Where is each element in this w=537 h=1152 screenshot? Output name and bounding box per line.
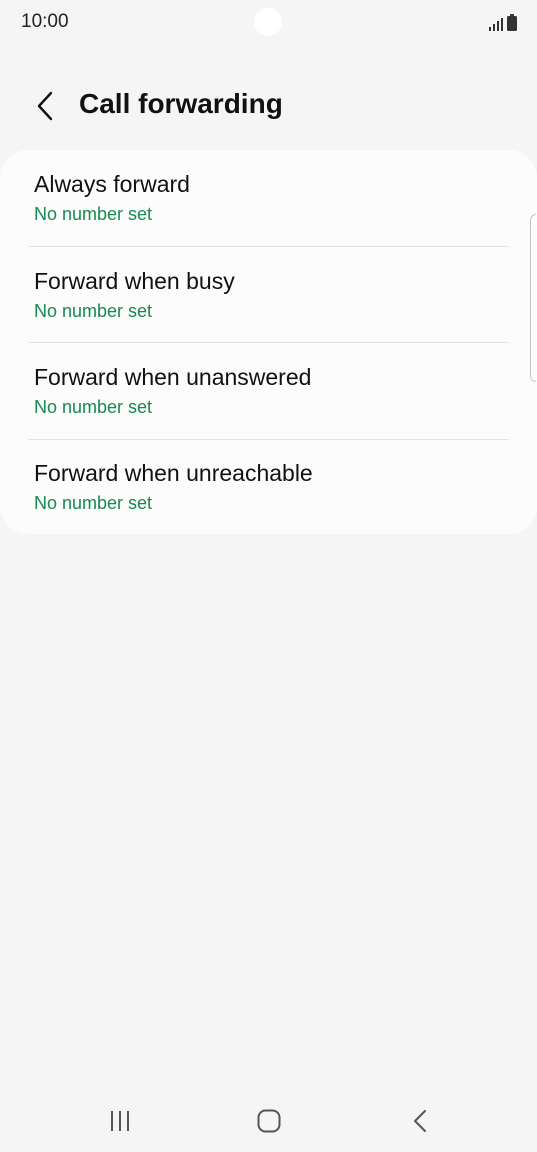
list-item-always-forward[interactable]: Always forward No number set xyxy=(0,150,537,246)
nav-back-button[interactable] xyxy=(390,1104,450,1138)
chevron-left-icon xyxy=(37,91,53,121)
home-button[interactable] xyxy=(239,1104,299,1138)
battery-icon xyxy=(507,14,517,31)
scrollbar[interactable] xyxy=(530,214,536,382)
item-subtitle: No number set xyxy=(34,301,153,321)
page-title: Call forwarding xyxy=(79,88,283,119)
navigation-bar xyxy=(0,1090,537,1152)
recent-apps-button[interactable] xyxy=(90,1104,150,1138)
signal-icon xyxy=(489,18,503,31)
camera-cutout xyxy=(254,8,282,36)
item-title: Forward when unanswered xyxy=(34,364,312,390)
app-header: Call forwarding xyxy=(0,78,537,134)
back-icon xyxy=(414,1110,426,1132)
list-item-forward-when-unanswered[interactable]: Forward when unanswered No number set xyxy=(0,343,537,439)
list-item-forward-when-busy[interactable]: Forward when busy No number set xyxy=(0,247,537,343)
status-bar: 10:00 xyxy=(0,0,537,44)
back-button[interactable] xyxy=(28,86,62,126)
item-subtitle: No number set xyxy=(34,493,153,513)
item-title: Forward when unreachable xyxy=(34,460,313,486)
list-item-forward-when-unreachable[interactable]: Forward when unreachable No number set xyxy=(0,439,537,535)
status-icons xyxy=(489,13,517,31)
item-title: Forward when busy xyxy=(34,268,235,294)
item-title: Always forward xyxy=(34,171,190,197)
status-time: 10:00 xyxy=(21,11,69,32)
call-forwarding-screen: 10:00 Call forwarding Always forward No … xyxy=(0,0,537,1152)
home-icon xyxy=(257,1109,281,1133)
item-subtitle: No number set xyxy=(34,204,153,224)
recent-apps-icon xyxy=(111,1111,129,1131)
item-subtitle: No number set xyxy=(34,397,153,417)
forwarding-options-card: Always forward No number set Forward whe… xyxy=(0,150,537,534)
